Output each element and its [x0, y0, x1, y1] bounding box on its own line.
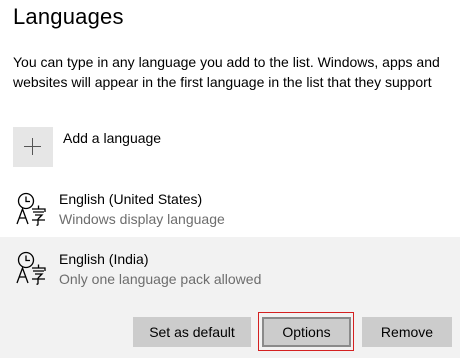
- add-language-button[interactable]: Add a language: [13, 127, 161, 167]
- language-status: Only one language pack allowed: [59, 271, 262, 287]
- add-language-label: Add a language: [63, 130, 162, 146]
- language-icon: [16, 251, 46, 285]
- language-item-english-us[interactable]: English (United States) Windows display …: [0, 182, 460, 234]
- language-item-english-in[interactable]: English (India) Only one language pack a…: [0, 237, 460, 358]
- language-status: Windows display language: [59, 211, 225, 227]
- language-name: English (India): [59, 251, 149, 267]
- remove-button[interactable]: Remove: [362, 317, 452, 347]
- languages-settings-page: Languages You can type in any language y…: [0, 0, 464, 360]
- language-icon: [16, 192, 46, 226]
- page-title: Languages: [13, 4, 124, 29]
- plus-icon: [13, 127, 53, 167]
- language-name: English (United States): [59, 191, 203, 207]
- page-description: You can type in any language you add to …: [13, 54, 440, 90]
- set-as-default-button[interactable]: Set as default: [133, 317, 251, 347]
- options-button[interactable]: Options: [262, 317, 351, 347]
